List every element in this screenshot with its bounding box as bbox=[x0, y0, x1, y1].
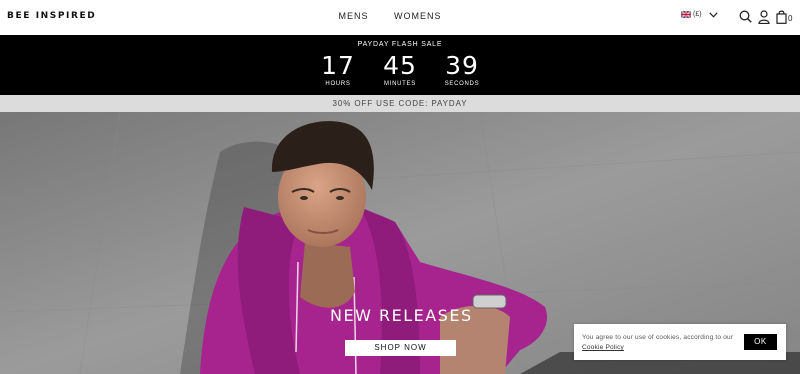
cookie-policy-link[interactable]: Cookie Policy bbox=[582, 344, 624, 351]
uk-flag-icon bbox=[681, 11, 691, 18]
nav-item-womens[interactable]: WOMENS bbox=[394, 11, 442, 21]
seconds-value: 39 bbox=[445, 51, 479, 80]
search-icon[interactable] bbox=[739, 10, 752, 23]
cookie-message: You agree to our use of cookies, accordi… bbox=[582, 333, 742, 353]
hours-label: HOURS bbox=[325, 81, 351, 87]
cookie-notice: You agree to our use of cookies, accordi… bbox=[574, 324, 786, 360]
nav-item-mens[interactable]: MENS bbox=[338, 11, 368, 21]
sale-title: PAYDAY FLASH SALE bbox=[357, 41, 443, 48]
countdown-seconds: 39 SECONDS bbox=[431, 51, 493, 88]
hours-value: 17 bbox=[321, 51, 355, 80]
currency-label: (£) bbox=[693, 11, 702, 18]
main-nav: MENS WOMENS bbox=[0, 11, 780, 21]
bag-count: 0 bbox=[788, 14, 793, 23]
seconds-label: SECONDS bbox=[444, 81, 480, 87]
cookie-text: You agree to our use of cookies, accordi… bbox=[582, 334, 734, 341]
minutes-value: 45 bbox=[383, 51, 417, 80]
hero-title: NEW RELEASES bbox=[330, 306, 473, 325]
minutes-label: MINUTES bbox=[384, 81, 416, 87]
header-actions: 0 bbox=[739, 10, 792, 24]
bag-icon[interactable] bbox=[776, 10, 787, 24]
site-header: BEE INSPIRED MENS WOMENS (£) 0 bbox=[0, 0, 800, 35]
countdown-minutes: 45 MINUTES bbox=[369, 51, 431, 88]
currency-selector[interactable]: (£) bbox=[681, 11, 718, 18]
account-icon[interactable] bbox=[758, 10, 770, 24]
cookie-ok-button[interactable]: OK bbox=[744, 334, 777, 350]
chevron-down-icon bbox=[708, 11, 718, 18]
promo-code-banner[interactable]: 30% OFF USE CODE: PAYDAY bbox=[0, 95, 800, 112]
shop-now-button[interactable]: SHOP NOW bbox=[345, 340, 456, 356]
countdown-hours: 17 HOURS bbox=[307, 51, 369, 88]
flash-sale-countdown[interactable]: PAYDAY FLASH SALE 17 HOURS 45 MINUTES 39… bbox=[0, 35, 800, 95]
countdown-timer: 17 HOURS 45 MINUTES 39 SECONDS bbox=[0, 51, 800, 88]
